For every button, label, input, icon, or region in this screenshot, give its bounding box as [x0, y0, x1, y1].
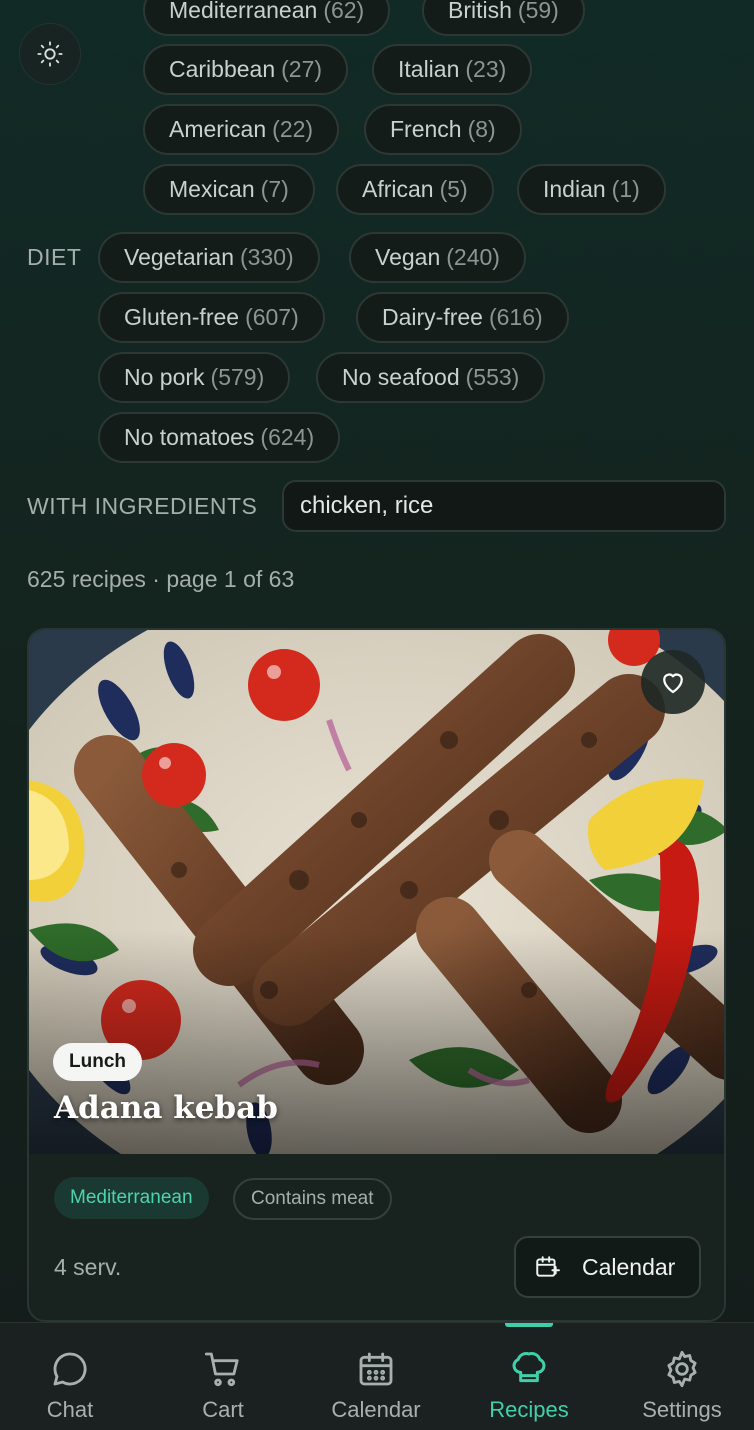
chip-count: (624): [260, 424, 315, 450]
chip-label: Caribbean: [169, 56, 276, 82]
cuisine-chip-african[interactable]: African (5): [336, 164, 494, 215]
meal-type-badge: Lunch: [53, 1043, 142, 1081]
cuisine-chip-italian[interactable]: Italian (23): [372, 44, 533, 95]
chip-count: (8): [467, 116, 496, 142]
favorite-button[interactable]: [641, 650, 705, 714]
chat-icon: [53, 1352, 87, 1386]
servings-count: 4 serv.: [54, 1254, 122, 1280]
chip-count: (1): [611, 176, 640, 202]
cuisine-chip-caribbean[interactable]: Caribbean (27): [143, 44, 349, 95]
add-to-calendar-button[interactable]: Calendar: [514, 1236, 701, 1298]
nav-label: Settings: [642, 1397, 722, 1422]
nav-item-cart[interactable]: Cart: [148, 1323, 298, 1430]
bottom-nav: Chat Cart Calendar Recipes Settings: [0, 1322, 754, 1430]
chip-label: No pork: [124, 364, 205, 390]
nav-item-settings[interactable]: Settings: [607, 1323, 754, 1430]
chip-label: African: [362, 176, 434, 202]
nav-item-calendar[interactable]: Calendar: [301, 1323, 451, 1430]
chip-label: Mediterranean: [169, 0, 318, 23]
chip-label: No seafood: [342, 364, 460, 390]
recipe-card[interactable]: Lunch Adana kebab Mediterranean Contains…: [27, 628, 726, 1322]
diet-chip-no-tomatoes[interactable]: No tomatoes (624): [98, 412, 341, 463]
chip-label: No tomatoes: [124, 424, 255, 450]
nav-item-chat[interactable]: Chat: [0, 1323, 145, 1430]
chip-label: Vegetarian: [124, 244, 234, 270]
chip-count: (616): [488, 304, 543, 330]
chip-count: (553): [465, 364, 520, 390]
results-summary: 625 recipes · page 1 of 63: [27, 566, 295, 592]
diet-chip-dairy-free[interactable]: Dairy-free (616): [356, 292, 569, 343]
cuisine-chip-french[interactable]: French (8): [364, 104, 522, 155]
cuisine-chip-mediterranean[interactable]: Mediterranean (62): [143, 0, 391, 36]
chip-count: (7): [260, 176, 289, 202]
calendar-icon: [359, 1352, 393, 1386]
chip-count: (5): [439, 176, 468, 202]
gear-icon: [667, 1350, 697, 1388]
cuisine-chip-american[interactable]: American (22): [143, 104, 340, 155]
heart-icon: [663, 673, 683, 694]
cart-icon: [204, 1352, 239, 1387]
cuisine-chip-british[interactable]: British (59): [422, 0, 585, 36]
theme-toggle-button[interactable]: [19, 23, 81, 85]
chip-label: Italian: [398, 56, 460, 82]
ingredients-label: WITH INGREDIENTS: [27, 493, 258, 519]
calendar-plus-icon: [536, 1256, 560, 1277]
diet-chip-no-seafood[interactable]: No seafood (553): [316, 352, 546, 403]
calendar-button-label: Calendar: [582, 1253, 676, 1280]
chip-count: (23): [465, 56, 507, 82]
nav-item-recipes[interactable]: Recipes: [454, 1323, 604, 1430]
nav-label: Calendar: [331, 1397, 421, 1422]
chef-hat-icon: [512, 1352, 546, 1383]
chip-count: (579): [210, 364, 265, 390]
sun-icon: [37, 41, 63, 67]
chip-count: (330): [239, 244, 294, 270]
nav-label: Recipes: [489, 1397, 569, 1422]
chip-count: (607): [245, 304, 299, 330]
chip-label: Dairy-free: [382, 304, 483, 330]
diet-chip-vegan[interactable]: Vegan (240): [349, 232, 526, 283]
recipe-image: Lunch Adana kebab: [29, 630, 724, 1154]
diet-chip-no-pork[interactable]: No pork (579): [98, 352, 291, 403]
cuisine-chip-mexican[interactable]: Mexican (7): [143, 164, 315, 215]
chip-label: Vegan: [375, 244, 441, 270]
nav-label: Cart: [202, 1397, 244, 1422]
ingredients-input[interactable]: [282, 480, 726, 532]
nav-label: Chat: [46, 1397, 94, 1422]
chip-label: Indian: [543, 176, 606, 202]
chip-label: Gluten-free: [124, 304, 240, 330]
chip-label: British: [448, 0, 512, 23]
meat-tag: Contains meat: [233, 1178, 392, 1220]
diet-chip-vegetarian[interactable]: Vegetarian (330): [98, 232, 320, 283]
chip-label: French: [390, 116, 462, 142]
chip-count: (62): [323, 0, 365, 23]
cuisine-tag: Mediterranean: [54, 1177, 209, 1219]
chip-count: (27): [281, 56, 323, 82]
chip-count: (59): [517, 0, 559, 23]
recipe-title[interactable]: Adana kebab: [54, 1090, 278, 1126]
diet-chip-gluten-free[interactable]: Gluten-free (607): [98, 292, 325, 343]
chip-count: (240): [446, 244, 500, 270]
cuisine-chip-indian[interactable]: Indian (1): [517, 164, 666, 215]
chip-label: American: [169, 116, 267, 142]
chip-label: Mexican: [169, 176, 255, 202]
chip-count: (22): [272, 116, 314, 142]
diet-label: DIET: [27, 244, 82, 270]
